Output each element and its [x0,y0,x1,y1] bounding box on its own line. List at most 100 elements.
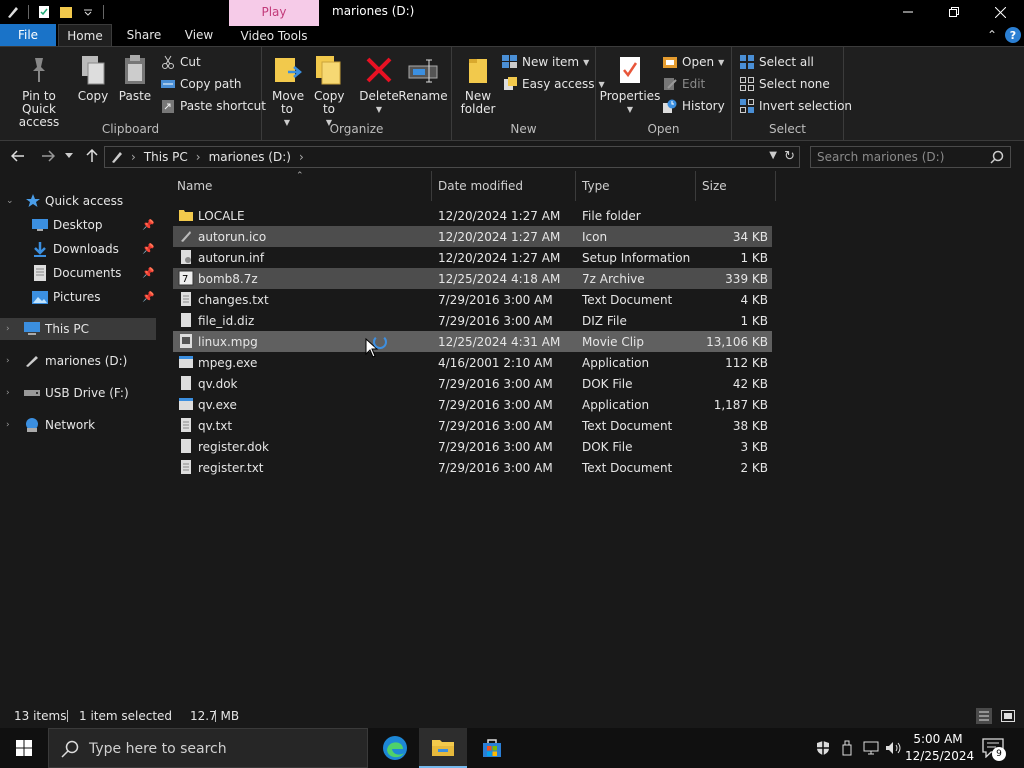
nav-item-downloads[interactable]: Downloads 📌 [0,238,156,260]
cut-button[interactable]: Cut [160,52,201,72]
start-button[interactable] [0,728,48,768]
history-icon [662,98,678,114]
nav-item-quick-access[interactable]: ⌄ Quick access [0,190,156,212]
column-size-label: Size [702,179,727,193]
restore-button[interactable] [931,0,977,24]
file-type: Setup Information [582,251,691,265]
taskbar-file-explorer-button[interactable] [419,728,467,768]
taskbar-search-box[interactable]: Type here to search [48,728,368,768]
new-folder-qat-icon[interactable] [57,3,75,21]
column-name[interactable]: Name [171,171,432,201]
pin-icon[interactable]: 📌 [142,292,154,303]
properties-qat-icon[interactable] [35,3,53,21]
copy-button[interactable]: Copy [76,53,110,103]
up-button[interactable] [83,147,101,165]
copy-path-button[interactable]: Copy path [160,74,242,94]
column-size[interactable]: Size [696,171,776,201]
open-button[interactable]: Open ▼ [662,52,724,72]
table-row[interactable]: file_id.diz 7/29/2016 3:00 AM DIZ File 1… [173,310,772,331]
forward-button[interactable] [39,147,57,165]
properties-button[interactable]: Properties ▼ [600,53,660,116]
search-input[interactable] [817,150,987,164]
column-type[interactable]: Type [576,171,696,201]
column-date-modified[interactable]: Date modified [432,171,576,201]
customize-qat-icon[interactable] [79,3,97,21]
search-icon[interactable] [990,150,1004,164]
address-bar[interactable]: › This PC › mariones (D:) › ▼ ↻ [104,146,800,168]
details-view-button[interactable] [976,708,992,724]
select-none-label: Select none [759,77,830,91]
refresh-icon[interactable]: ↻ [784,149,795,164]
table-row[interactable]: qv.exe 7/29/2016 3:00 AM Application 1,1… [173,394,772,415]
copy-to-button[interactable]: Copy to ▼ [312,53,346,129]
taskbar-edge-button[interactable] [371,728,419,768]
table-row[interactable]: LOCALE 12/20/2024 1:27 AM File folder [173,205,772,226]
nav-item-this-pc[interactable]: › This PC [0,318,156,340]
pin-to-quick-access-button[interactable]: Pin to Quick access [4,53,74,129]
paste-button[interactable]: Paste [118,53,152,103]
table-row[interactable]: mpeg.exe 4/16/2001 2:10 AM Application 1… [173,352,772,373]
file-name: register.dok [198,440,269,454]
network-status-icon[interactable] [862,739,880,757]
nav-item-network[interactable]: › Network [0,414,156,436]
table-row[interactable]: autorun.ico 12/20/2024 1:27 AM Icon 34 K… [173,226,772,247]
pin-icon[interactable]: 📌 [142,268,154,279]
expand-chevron-icon[interactable]: › [6,356,10,366]
pin-icon[interactable]: 📌 [142,244,154,255]
tab-video-tools[interactable]: Video Tools [229,24,319,46]
history-button[interactable]: History [662,96,725,116]
delete-button[interactable]: Delete ▼ [359,53,399,116]
large-icons-view-button[interactable] [1000,708,1016,724]
close-button[interactable] [977,0,1023,24]
move-to-button[interactable]: Move to ▼ [270,53,304,129]
minimize-button[interactable] [885,0,931,24]
breadcrumb-this-pc[interactable]: This PC [144,150,188,164]
nav-item-pictures[interactable]: Pictures 📌 [0,286,156,308]
table-row[interactable]: qv.txt 7/29/2016 3:00 AM Text Document 3… [173,415,772,436]
expand-chevron-icon[interactable]: › [6,388,10,398]
tab-home[interactable]: Home [58,24,112,46]
system-clock[interactable]: 5:00 AM 12/25/2024 [905,731,974,765]
breadcrumb-drive[interactable]: mariones (D:) [209,150,291,164]
address-history-icon[interactable]: ▼ [769,150,777,161]
tab-view[interactable]: View [176,24,222,46]
nav-item-desktop[interactable]: Desktop 📌 [0,214,156,236]
easy-access-icon [502,76,518,92]
recent-locations-button[interactable] [63,147,75,165]
table-row[interactable]: qv.dok 7/29/2016 3:00 AM DOK File 42 KB [173,373,772,394]
usb-eject-icon[interactable] [838,739,856,757]
rename-button[interactable]: Rename [398,53,448,103]
search-box[interactable] [810,146,1011,168]
back-button[interactable] [9,147,27,165]
tab-file[interactable]: File [0,24,56,46]
table-row[interactable]: register.txt 7/29/2016 3:00 AM Text Docu… [173,457,772,478]
table-row[interactable]: 7 bomb8.7z 12/25/2024 4:18 AM 7z Archive… [173,268,772,289]
easy-access-button[interactable]: Easy access ▼ [502,74,605,94]
new-item-button[interactable]: New item ▼ [502,52,589,72]
invert-selection-button[interactable]: Invert selection [739,96,852,116]
app-icon[interactable] [4,3,22,21]
volume-icon[interactable] [885,739,903,757]
chevron-up-icon[interactable]: ⌃ [984,27,1000,43]
nav-item-usb-drive[interactable]: › USB Drive (F:) [0,382,156,404]
table-row[interactable]: register.dok 7/29/2016 3:00 AM DOK File … [173,436,772,457]
expand-chevron-icon[interactable]: ⌄ [6,196,14,206]
nav-label: This PC [45,322,89,336]
expand-chevron-icon[interactable]: › [6,324,10,334]
paste-shortcut-button[interactable]: Paste shortcut [160,96,266,116]
taskbar-store-button[interactable] [468,728,516,768]
tab-share[interactable]: Share [118,24,170,46]
security-shield-icon[interactable] [814,739,832,757]
table-row[interactable]: autorun.inf 12/20/2024 1:27 AM Setup Inf… [173,247,772,268]
nav-item-documents[interactable]: Documents 📌 [0,262,156,284]
select-none-button[interactable]: Select none [739,74,830,94]
edit-button[interactable]: Edit [662,74,705,94]
select-all-button[interactable]: Select all [739,52,814,72]
new-folder-button[interactable]: New folder [460,53,496,116]
help-icon[interactable]: ? [1005,27,1021,43]
nav-item-drive-d[interactable]: › mariones (D:) [0,350,156,372]
table-row[interactable]: changes.txt 7/29/2016 3:00 AM Text Docum… [173,289,772,310]
pin-icon[interactable]: 📌 [142,220,154,231]
expand-chevron-icon[interactable]: › [6,420,10,430]
table-row[interactable]: linux.mpg 12/25/2024 4:31 AM Movie Clip … [173,331,772,352]
